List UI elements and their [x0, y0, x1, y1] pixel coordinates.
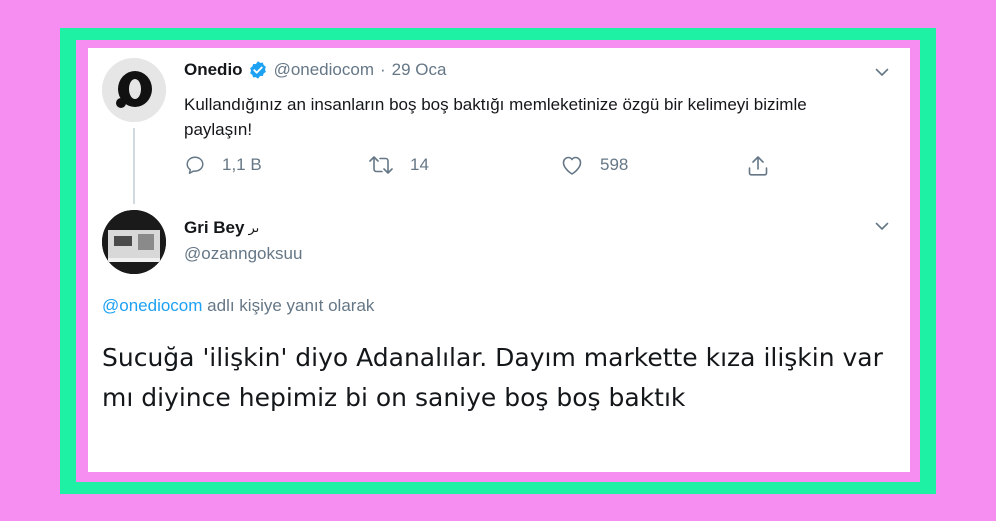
share-icon [748, 156, 768, 176]
thread-connector-line [133, 128, 135, 204]
retweet-count: 14 [410, 155, 429, 174]
tweet2-author[interactable]: Gri Bey ىر [184, 218, 259, 238]
tweet1-handle[interactable]: @onediocom [274, 60, 374, 80]
reply-to-label: adlı kişiye yanıt olarak [202, 296, 375, 315]
tweet1-author-name[interactable]: Onedio [184, 60, 243, 80]
tweet-card: Onedio @onediocom · 29 Oca Kullandığınız… [88, 48, 910, 472]
tweet2-author-name: Gri Bey [184, 218, 245, 237]
verified-badge-icon [249, 61, 266, 79]
tweet1-separator: · [380, 60, 386, 79]
reply-icon [186, 156, 204, 174]
heart-icon [562, 156, 582, 175]
reply-button[interactable]: 1,1 B [184, 154, 262, 176]
chevron-down-icon[interactable] [874, 64, 890, 80]
retweet-button[interactable]: 14 [368, 154, 429, 176]
reply-context: @onediocom adlı kişiye yanıt olarak [102, 296, 374, 316]
onedio-logo [102, 58, 166, 122]
tweet2-text: Sucuğa 'ilişkin' diyo Adanalılar. Dayım … [102, 343, 883, 412]
retweet-icon [369, 156, 393, 174]
chevron-down-icon[interactable] [874, 218, 890, 234]
reply-to-link[interactable]: @onediocom [102, 296, 202, 315]
share-button[interactable] [746, 154, 786, 178]
tweet1-actions: 1,1 B 14 598 [184, 154, 804, 182]
gri-bey-avatar[interactable] [102, 210, 166, 274]
tweet2-handle[interactable]: @ozanngoksuu [184, 244, 302, 264]
tweet1-date[interactable]: 29 Oca [392, 60, 447, 80]
tweet2-name-suffix: ىر [248, 220, 260, 235]
reply-count: 1,1 B [222, 155, 262, 174]
like-button[interactable]: 598 [560, 154, 628, 176]
onedio-avatar[interactable] [102, 58, 166, 122]
like-count: 598 [600, 155, 629, 174]
gri-bey-photo [102, 210, 166, 274]
tweet1-text: Kullandığınız an insanların boş boş bakt… [184, 95, 807, 139]
tweet1-header: Onedio @onediocom · 29 Oca [184, 60, 446, 80]
